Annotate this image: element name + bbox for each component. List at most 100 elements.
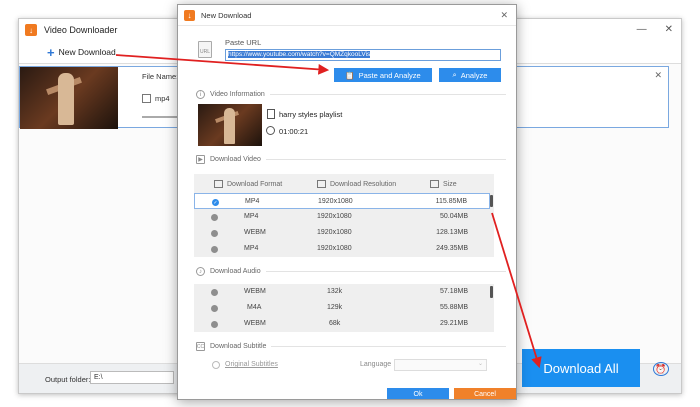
row-size: 128.13MB — [436, 229, 468, 236]
download-video-section: ▶ Download Video — [196, 155, 506, 164]
new-download-label: New Download — [58, 47, 116, 57]
analyze-label: Analyze — [460, 70, 488, 80]
task-format: mp4 — [155, 94, 170, 103]
original-subtitles-checkbox[interactable] — [212, 361, 220, 369]
row-format: M4A — [247, 304, 262, 311]
row-bitrate: 132k — [327, 288, 343, 295]
download-subtitle-section: CC Download Subtitle — [196, 342, 506, 351]
info-icon: i — [196, 90, 205, 99]
paste-icon: 📋 — [345, 70, 355, 80]
chevron-down-icon: ⌄ — [477, 361, 483, 367]
plus-icon: + — [47, 44, 55, 60]
url-file-icon: URL — [198, 41, 212, 58]
task-progress-bar — [142, 116, 182, 118]
dialog-logo-icon: ↓ — [184, 9, 195, 21]
row-resolution: 1920x1080 — [317, 213, 352, 220]
new-download-button[interactable]: + New Download — [47, 46, 116, 59]
minimize-button[interactable]: — — [637, 24, 647, 35]
header-download-resolution: Download Resolution — [330, 180, 397, 188]
radio-icon — [211, 214, 218, 221]
radio-icon — [211, 321, 218, 328]
url-text: https://www.youtube.com/watch?v=QMZqkooL… — [228, 51, 371, 58]
cancel-button[interactable]: Cancel — [454, 388, 516, 399]
video-table: ✓ MP4 1920x1080 115.85MB MP4 1920x1080 5… — [194, 193, 494, 257]
task-thumbnail — [20, 67, 118, 129]
row-resolution: 1920x1080 — [317, 229, 352, 236]
video-scrollbar[interactable] — [490, 195, 493, 207]
file-format-icon — [142, 94, 151, 103]
video-row[interactable]: ✓ MP4 1920x1080 115.85MB — [194, 193, 490, 209]
audio-table: WEBM 132k 57.18MB M4A 129k 55.88MB WEBM … — [194, 284, 494, 332]
header-size: Size — [443, 180, 457, 188]
row-size: 55.88MB — [439, 304, 468, 311]
audio-row[interactable]: M4A 129k 55.88MB — [194, 300, 490, 316]
row-format: WEBM — [244, 320, 266, 327]
output-folder-field[interactable]: E:\ — [90, 371, 174, 384]
radio-icon — [211, 289, 218, 296]
format-icon — [214, 180, 223, 188]
row-size: 249.35MB — [436, 245, 468, 252]
video-row[interactable]: MP4 1920x1080 50.04MB — [194, 209, 490, 225]
row-size: 29.21MB — [439, 320, 468, 327]
radio-icon — [211, 305, 218, 312]
language-select[interactable]: ⌄ — [394, 359, 487, 371]
row-bitrate: 68k — [329, 320, 341, 327]
row-size: 50.04MB — [439, 213, 468, 220]
header-download-format: Download Format — [227, 180, 283, 188]
paste-url-label: Paste URL — [225, 38, 262, 47]
resolution-icon — [317, 180, 326, 188]
row-size: 115.85MB — [435, 198, 467, 205]
selected-check-icon: ✓ — [212, 199, 219, 206]
video-table-header: Download Format Download Resolution Size — [194, 174, 494, 193]
screenshot-stage: ↓ Video Downloader — ✕ + New Download Fi… — [0, 0, 700, 407]
url-input[interactable]: https://www.youtube.com/watch?v=QMZqkooL… — [225, 49, 501, 61]
app-title: Video Downloader — [44, 25, 118, 35]
download-audio-section: ♪ Download Audio — [196, 267, 506, 276]
row-format: MP4 — [244, 245, 259, 252]
paste-and-analyze-label: Paste and Analyze — [358, 70, 421, 80]
output-folder-label: Output folder: — [45, 375, 91, 384]
radio-icon — [211, 246, 218, 253]
new-download-dialog: ↓ New Download ✕ URL Paste URL https://w… — [177, 4, 517, 400]
row-resolution: 1920x1080 — [317, 245, 352, 252]
audio-row[interactable]: WEBM 68k 29.21MB — [194, 316, 490, 332]
app-logo-icon: ↓ — [25, 24, 37, 36]
row-format: WEBM — [244, 288, 266, 295]
search-icon: ⌕ — [452, 70, 457, 79]
video-duration: 01:00:21 — [279, 127, 309, 136]
row-format: WEBM — [244, 229, 266, 236]
row-format: MP4 — [244, 213, 259, 220]
video-row[interactable]: WEBM 1920x1080 128.13MB — [194, 225, 490, 241]
audio-scrollbar[interactable] — [490, 286, 493, 298]
audio-row[interactable]: WEBM 132k 57.18MB — [194, 284, 490, 300]
download-audio-label: Download Audio — [210, 268, 261, 275]
paste-and-analyze-button[interactable]: 📋 Paste and Analyze — [334, 68, 432, 82]
close-window-button[interactable]: ✕ — [665, 24, 673, 35]
analyze-button[interactable]: ⌕ Analyze — [439, 68, 501, 82]
music-note-icon: ♪ — [196, 267, 205, 276]
radio-icon — [211, 230, 218, 237]
alarm-clock-icon[interactable]: ⏰ — [653, 362, 669, 376]
row-format: MP4 — [245, 198, 260, 205]
file-icon — [267, 109, 275, 119]
clock-icon — [266, 126, 275, 135]
video-icon: ▶ — [196, 155, 205, 164]
dialog-close-button[interactable]: ✕ — [500, 10, 508, 21]
download-all-button[interactable]: Download All — [522, 349, 640, 387]
video-title: harry styles playlist — [279, 110, 343, 119]
dialog-title: New Download — [201, 10, 252, 20]
video-info-section: i Video Information — [196, 90, 506, 99]
language-label: Language — [360, 361, 392, 368]
ok-button[interactable]: Ok — [387, 388, 449, 399]
original-subtitles-label[interactable]: Original Subtitles — [225, 361, 278, 368]
size-icon — [430, 180, 439, 188]
video-info-label: Video Information — [210, 91, 265, 98]
row-size: 57.18MB — [439, 288, 468, 295]
video-thumbnail — [198, 104, 262, 146]
row-resolution: 1920x1080 — [318, 198, 353, 205]
download-subtitle-label: Download Subtitle — [210, 343, 267, 350]
dialog-titlebar: ↓ New Download ✕ — [178, 5, 516, 26]
cc-icon: CC — [196, 342, 205, 351]
video-row[interactable]: MP4 1920x1080 249.35MB — [194, 241, 490, 257]
remove-task-button[interactable]: ✕ — [654, 70, 662, 81]
